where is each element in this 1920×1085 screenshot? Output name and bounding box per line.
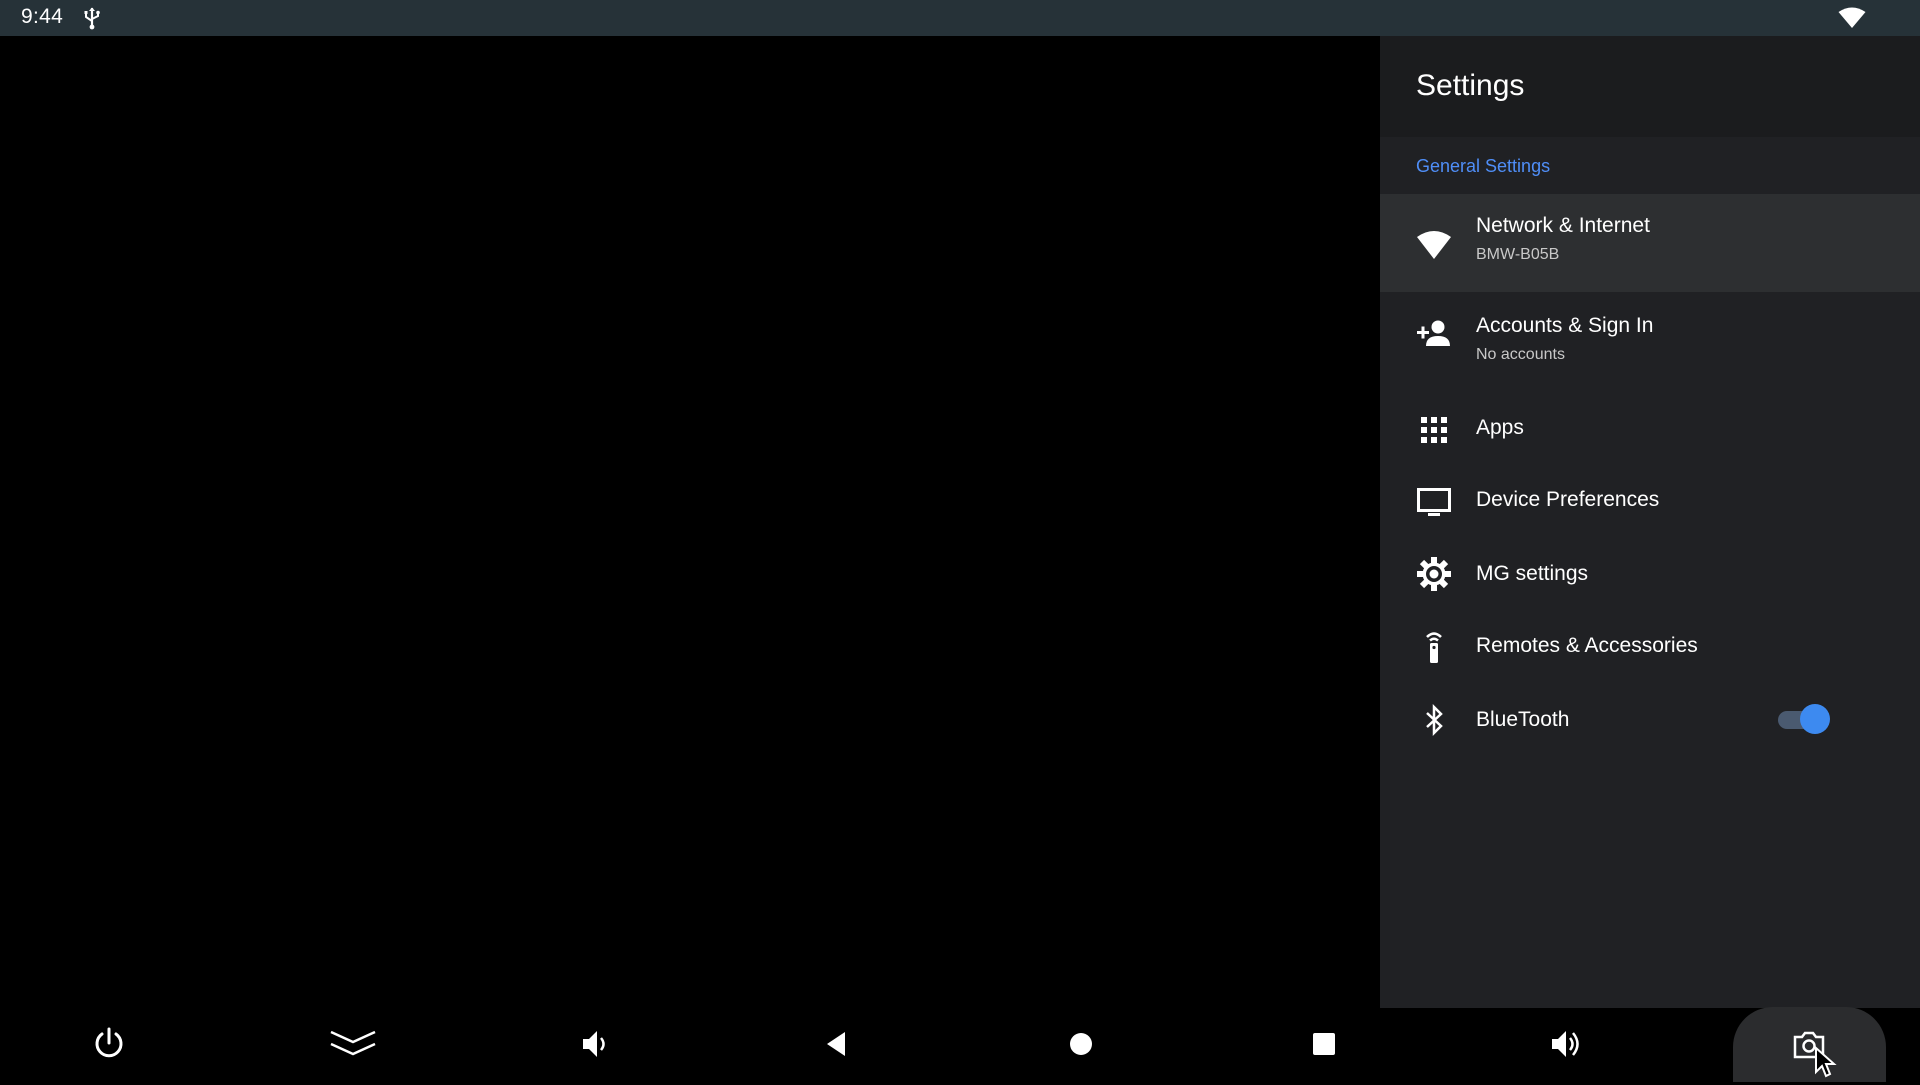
mouse-cursor-icon [1814,1045,1840,1080]
back-button[interactable] [787,1008,887,1080]
settings-item-accounts[interactable]: Accounts & Sign In No accounts [1380,292,1920,390]
recents-icon [1306,1026,1342,1062]
collapse-button[interactable] [303,1008,403,1080]
tv-icon [1416,484,1452,520]
settings-item-title: Apps [1476,416,1524,439]
settings-item-network[interactable]: Network & Internet BMW-B05B [1380,194,1920,292]
add-person-icon [1416,316,1452,352]
status-bar: 9:44 [0,0,1920,36]
settings-item-title: MG settings [1476,562,1589,585]
power-button[interactable] [59,1008,159,1080]
home-button[interactable] [1031,1008,1131,1080]
status-time: 9:44 [21,5,64,28]
settings-item-title: Accounts & Sign In [1476,314,1654,337]
settings-item-apps[interactable]: Apps [1380,390,1920,464]
settings-item-title: Network & Internet [1476,214,1650,237]
usb-icon [82,6,102,30]
back-icon [819,1026,855,1062]
navigation-bar [0,1008,1920,1080]
screenshot-button[interactable] [1733,1007,1886,1082]
settings-item-subtitle: No accounts [1476,346,1565,363]
settings-item-device-preferences[interactable]: Device Preferences [1380,464,1920,538]
volume-up-icon [1549,1026,1585,1062]
settings-item-bluetooth[interactable]: BlueTooth [1380,684,1920,764]
settings-item-subtitle: BMW-B05B [1476,246,1560,263]
wifi-icon [1416,226,1452,262]
settings-item-remotes[interactable]: Remotes & Accessories [1380,610,1920,684]
settings-item-title: Device Preferences [1476,488,1660,511]
section-label-general-settings: General Settings [1416,156,1551,176]
apps-grid-icon [1416,412,1452,448]
gear-icon [1416,556,1452,592]
home-icon [1063,1026,1099,1062]
recents-button[interactable] [1274,1008,1374,1080]
settings-panel: Settings General Settings Network & Inte… [1380,36,1920,1008]
toggle-thumb [1800,704,1830,734]
page-title: Settings [1416,69,1525,102]
volume-up-button[interactable] [1517,1008,1617,1080]
volume-down-button[interactable] [545,1008,645,1080]
settings-item-title: BlueTooth [1476,708,1570,731]
bluetooth-icon [1416,702,1452,738]
power-icon [91,1026,127,1062]
main-content-area [0,36,1380,1008]
wifi-icon [1838,7,1866,29]
volume-down-icon [577,1026,613,1062]
collapse-icon [329,1026,377,1062]
bluetooth-toggle[interactable] [1778,704,1830,736]
remote-icon [1416,628,1452,664]
settings-header: Settings [1380,36,1920,137]
settings-item-mg-settings[interactable]: MG settings [1380,538,1920,610]
settings-item-title: Remotes & Accessories [1476,634,1698,657]
